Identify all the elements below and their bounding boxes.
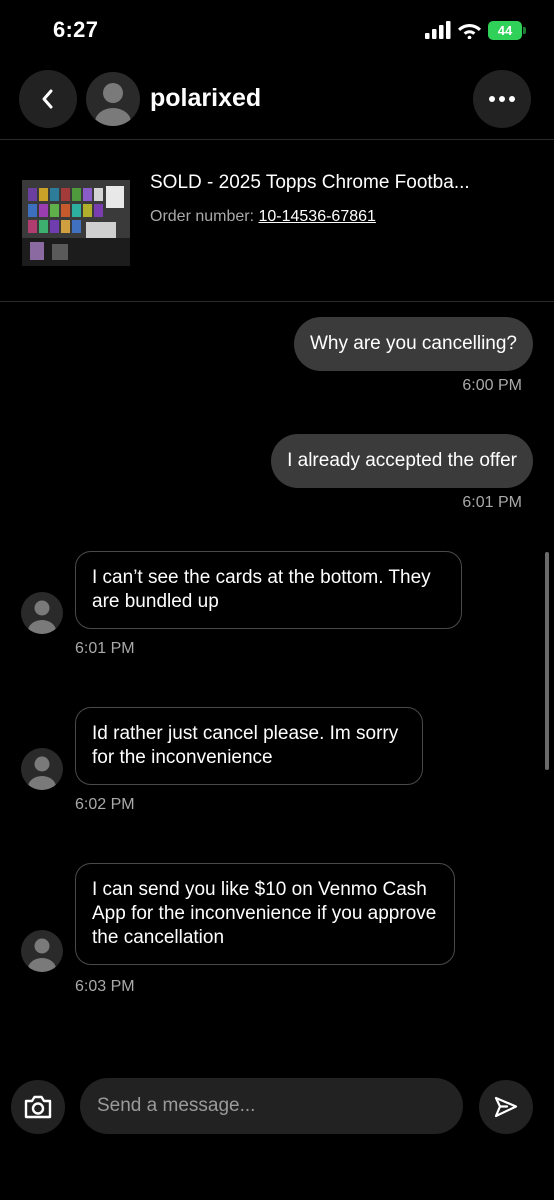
- listing-thumbnail[interactable]: [22, 180, 130, 266]
- message-timestamp: 6:01 PM: [75, 640, 135, 657]
- chat-username[interactable]: polarixed: [150, 84, 261, 113]
- incoming-message-bubble[interactable]: I can’t see the cards at the bottom. The…: [75, 551, 462, 629]
- message-timestamp: 6:00 PM: [462, 377, 522, 394]
- send-button[interactable]: [479, 1080, 533, 1134]
- chat-header: polarixed: [0, 70, 554, 128]
- status-time: 6:27: [53, 17, 99, 42]
- sender-avatar[interactable]: [21, 592, 63, 634]
- back-button[interactable]: [19, 70, 77, 128]
- outgoing-message-bubble[interactable]: Why are you cancelling?: [294, 317, 533, 371]
- order-number-link[interactable]: 10-14536-67861: [258, 208, 375, 225]
- sender-avatar[interactable]: [21, 748, 63, 790]
- cards-photo-image: [22, 180, 130, 266]
- message-timestamp: 6:03 PM: [75, 978, 135, 995]
- avatar[interactable]: [86, 72, 140, 126]
- camera-icon: [24, 1095, 52, 1119]
- scrollbar[interactable]: [545, 552, 549, 770]
- battery-icon: 44: [488, 21, 526, 40]
- battery-level: 44: [488, 21, 522, 40]
- header-divider: [0, 139, 554, 140]
- message-input[interactable]: [80, 1078, 463, 1134]
- message-timestamp: 6:02 PM: [75, 796, 135, 813]
- order-number-row: Order number: 10-14536-67861: [150, 208, 376, 226]
- user-silhouette-icon: [28, 756, 56, 790]
- battery-cap: [523, 27, 526, 34]
- order-number-label: Order number:: [150, 208, 259, 225]
- chat-screen: 6:27 44 polarixed SOLD - 2025 Topps Chro…: [0, 0, 554, 1200]
- listing-card[interactable]: SOLD - 2025 Topps Chrome Footba... Order…: [0, 152, 554, 292]
- sender-avatar[interactable]: [21, 930, 63, 972]
- incoming-message-bubble[interactable]: I can send you like $10 on Venmo Cash Ap…: [75, 863, 455, 965]
- user-silhouette-icon: [28, 938, 56, 972]
- more-horizontal-icon: [489, 96, 515, 102]
- wifi-icon: [458, 24, 481, 39]
- message-timestamp: 6:01 PM: [462, 494, 522, 511]
- outgoing-message-bubble[interactable]: I already accepted the offer: [271, 434, 533, 488]
- more-options-button[interactable]: [473, 70, 531, 128]
- send-icon: [494, 1096, 518, 1118]
- incoming-message-bubble[interactable]: Id rather just cancel please. Im sorry f…: [75, 707, 423, 785]
- user-silhouette-icon: [28, 600, 56, 634]
- chevron-left-icon: [42, 89, 53, 109]
- listing-divider: [0, 301, 554, 302]
- user-silhouette-icon: [95, 83, 131, 126]
- cellular-signal-icon: [425, 21, 451, 39]
- status-bar: 6:27 44: [0, 0, 554, 62]
- camera-button[interactable]: [11, 1080, 65, 1134]
- listing-title[interactable]: SOLD - 2025 Topps Chrome Footba...: [150, 172, 540, 194]
